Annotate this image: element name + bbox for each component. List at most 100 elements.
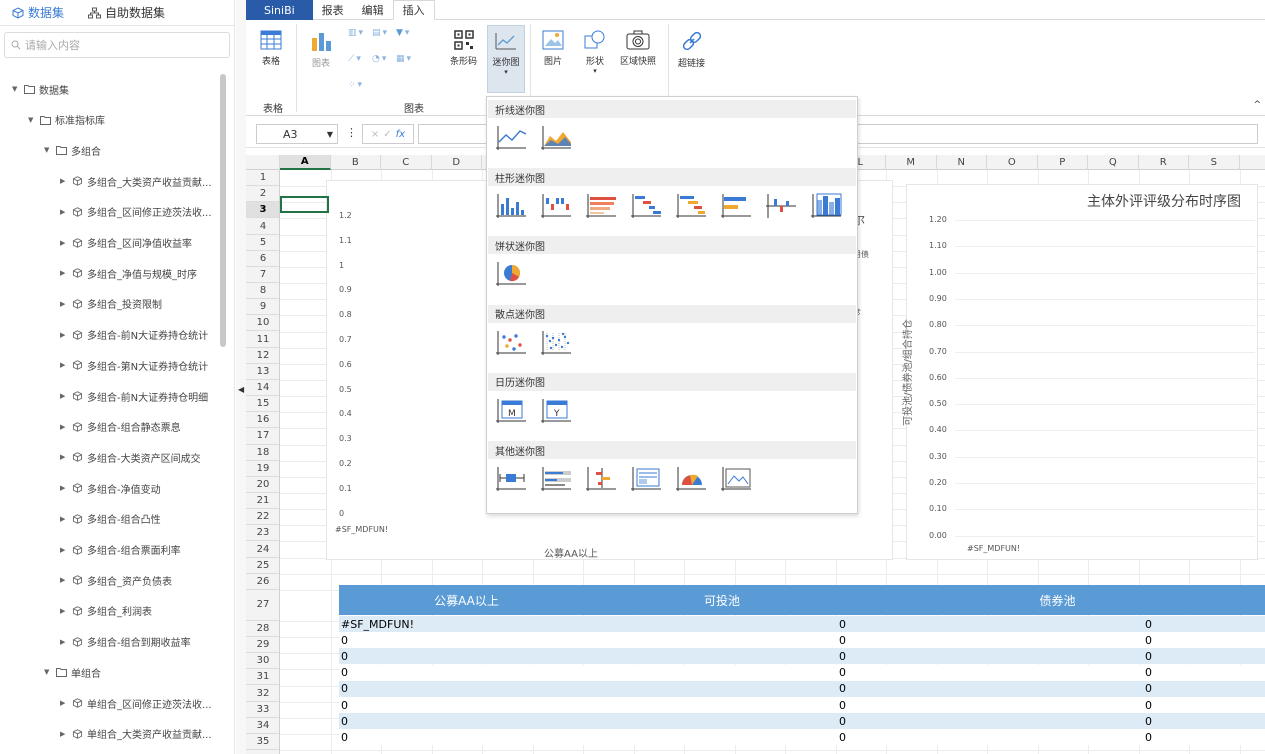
row-header-17[interactable]: 17 — [246, 428, 279, 445]
scatter-sparkline-button[interactable] — [494, 327, 528, 357]
table-cell[interactable]: 0 — [839, 697, 846, 713]
tree-dataset[interactable]: ▶ 多组合-净值变动 — [60, 479, 161, 497]
chevron-down-icon[interactable]: ▼ — [44, 668, 52, 676]
insert-table-button[interactable]: 表格 — [260, 30, 282, 67]
bar-group-sparkline-button[interactable] — [809, 190, 843, 220]
insert-shape-button[interactable]: 形状 ▾ — [584, 30, 606, 75]
row-header-24[interactable]: 24 — [246, 541, 279, 558]
row-header-19[interactable]: 19 — [246, 461, 279, 477]
tree-folder[interactable]: ▼ 标准指标库 — [28, 111, 105, 129]
bullet-sparkline-button[interactable] — [539, 463, 573, 493]
column-header-d[interactable]: D — [432, 155, 482, 170]
month-calendar-sparkline-button[interactable]: M — [494, 395, 528, 425]
bar-chart-dropdown[interactable]: ▤ ▾ — [372, 28, 387, 38]
area-sparkline-button[interactable] — [539, 122, 573, 152]
chevron-right-icon[interactable]: ▶ — [60, 208, 68, 216]
chevron-right-icon[interactable]: ▶ — [60, 576, 68, 584]
row-header-18[interactable]: 18 — [246, 445, 279, 461]
tree-dataset[interactable]: ▶ 单组合_区间修正迹茨法收... — [60, 694, 212, 712]
insert-hyperlink-button[interactable]: 超链接 — [678, 30, 705, 69]
row-header-4[interactable]: 4 — [246, 218, 279, 235]
column-header-b[interactable]: B — [331, 155, 381, 170]
row-header-32[interactable]: 32 — [246, 686, 279, 702]
row-header-7[interactable]: 7 — [246, 267, 279, 284]
gauge-sparkline-button[interactable] — [674, 463, 708, 493]
search-input[interactable] — [25, 38, 205, 52]
line-sparkline-button[interactable] — [494, 122, 528, 152]
spread-sparkline-button[interactable] — [584, 463, 618, 493]
table-cell[interactable]: 0 — [1145, 665, 1152, 681]
chevron-right-icon[interactable]: ▶ — [60, 331, 68, 339]
row-header-33[interactable]: 33 — [246, 702, 279, 718]
column-header-n[interactable]: N — [937, 155, 987, 170]
row-header-10[interactable]: 10 — [246, 315, 279, 332]
variance-sparkline-button[interactable] — [764, 190, 798, 220]
insert-chart-button[interactable]: 图表 — [310, 30, 332, 69]
table-cell[interactable]: 0 — [839, 729, 846, 745]
row-header-11[interactable]: 11 — [246, 332, 279, 348]
table-cell[interactable]: 0 — [839, 665, 846, 681]
tab-insert[interactable]: 插入 — [392, 0, 435, 20]
table-cell[interactable]: 0 — [1145, 616, 1152, 632]
tree-folder[interactable]: ▼ 单组合 — [44, 663, 101, 681]
pareto-sparkline-button[interactable] — [674, 190, 708, 220]
tree-dataset[interactable]: ▶ 单组合_大类资产收益贡献... — [60, 725, 212, 743]
more-options-icon[interactable]: ⋮ — [346, 126, 357, 139]
table-cell[interactable]: 0 — [839, 632, 846, 648]
chevron-right-icon[interactable]: ▶ — [60, 546, 68, 554]
box-sparkline-button[interactable] — [494, 463, 528, 493]
row-header-22[interactable]: 22 — [246, 509, 279, 526]
cell-reference-box[interactable]: A3 ▼ — [256, 124, 338, 144]
pie-sparkline-button[interactable] — [494, 258, 528, 288]
cancel-icon[interactable]: × — [371, 129, 379, 140]
cascade-sparkline-button[interactable] — [629, 190, 663, 220]
row-header-31[interactable]: 31 — [246, 669, 279, 686]
collapse-ribbon-icon[interactable]: ^ — [1253, 100, 1261, 110]
column-header-o[interactable]: O — [987, 155, 1038, 170]
collapse-sidebar-icon[interactable]: ◀ — [238, 385, 244, 394]
tree-dataset[interactable]: ▶ 多组合-前N大证券持仓明细 — [60, 387, 208, 405]
column-header-c[interactable]: C — [381, 155, 432, 170]
row-header-2[interactable]: 2 — [246, 186, 279, 203]
table-cell[interactable]: 0 — [1145, 697, 1152, 713]
row-header-16[interactable]: 16 — [246, 412, 279, 429]
table-cell[interactable]: 0 — [1145, 632, 1152, 648]
chevron-right-icon[interactable]: ▶ — [60, 484, 68, 492]
winloss-sparkline-button[interactable] — [539, 190, 573, 220]
row-header-20[interactable]: 20 — [246, 477, 279, 493]
row-header-27[interactable]: 27 — [246, 590, 279, 621]
chevron-right-icon[interactable]: ▶ — [60, 453, 68, 461]
table-cell[interactable]: 0 — [839, 648, 846, 664]
table-cell[interactable]: #SF_MDFUN! — [341, 616, 414, 632]
chevron-right-icon[interactable]: ▶ — [60, 300, 68, 308]
line-chart-dropdown[interactable]: ⟋ ▾ — [348, 54, 361, 64]
row-header-1[interactable]: 1 — [246, 170, 279, 187]
year-calendar-sparkline-button[interactable]: Y — [539, 395, 573, 425]
tab-edit[interactable]: 编辑 — [353, 0, 393, 20]
table-cell[interactable]: 0 — [839, 616, 846, 632]
table-cell[interactable]: 0 — [341, 681, 348, 697]
tree-dataset[interactable]: ▶ 多组合-第N大证券持仓统计 — [60, 356, 208, 374]
tab-report[interactable]: 报表 — [313, 0, 353, 20]
row-header-23[interactable]: 23 — [246, 525, 279, 542]
sidebar-scrollbar[interactable] — [220, 74, 226, 347]
tree-dataset[interactable]: ▶ 多组合-前N大证券持仓统计 — [60, 326, 208, 344]
row-header-26[interactable]: 26 — [246, 574, 279, 590]
chevron-right-icon[interactable]: ▶ — [60, 361, 68, 369]
chevron-right-icon[interactable]: ▶ — [60, 638, 68, 646]
dataset-search[interactable] — [4, 32, 230, 58]
tab-self-service-dataset[interactable]: 自助数据集 — [76, 0, 177, 26]
scatter-chart-dropdown[interactable]: ⁘ ▾ — [348, 80, 362, 90]
chevron-right-icon[interactable]: ▶ — [60, 607, 68, 615]
chevron-right-icon[interactable]: ▶ — [60, 269, 68, 277]
image-sparkline-button[interactable] — [629, 463, 663, 493]
tree-dataset[interactable]: ▶ 多组合_投资限制 — [60, 295, 162, 313]
table-cell[interactable]: 0 — [341, 648, 348, 664]
chevron-down-icon[interactable]: ▼ — [28, 116, 36, 124]
tree-dataset[interactable]: ▶ 多组合-组合票面利率 — [60, 541, 181, 559]
tree-dataset[interactable]: ▶ 多组合_大类资产收益贡献... — [60, 172, 212, 190]
tree-folder[interactable]: ▼ 多组合 — [44, 141, 101, 159]
dense-scatter-sparkline-button[interactable] — [539, 327, 573, 357]
confirm-icon[interactable]: ✓ — [383, 129, 391, 140]
row-header-12[interactable]: 12 — [246, 348, 279, 364]
